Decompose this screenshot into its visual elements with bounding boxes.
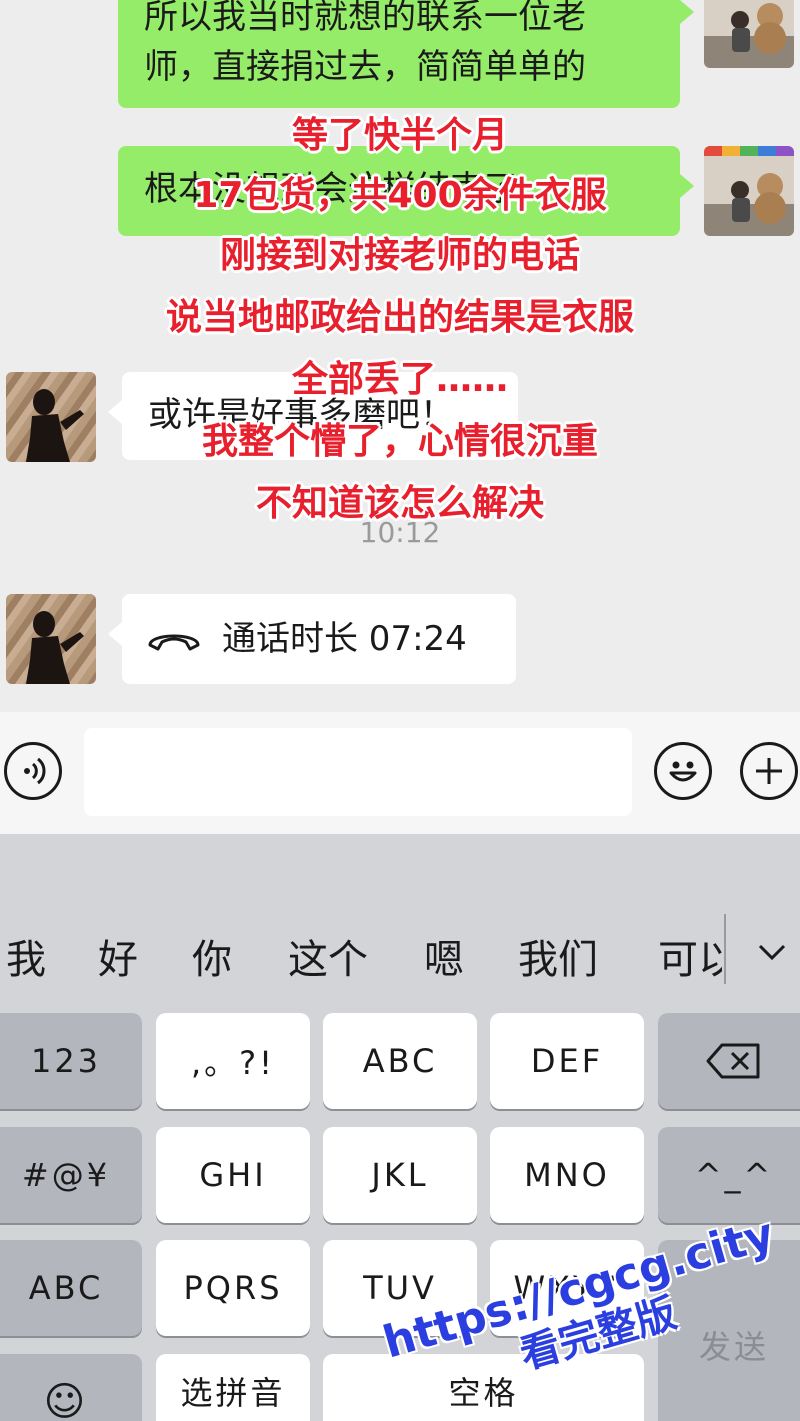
more-button[interactable]: [740, 742, 798, 800]
key-abc-mode[interactable]: ABC: [0, 1240, 142, 1336]
overlay-caption: 全部丢了……: [291, 359, 508, 400]
plus-icon: [756, 758, 782, 784]
overlay-caption: 刚接到对接老师的电话: [219, 235, 580, 276]
candidate-word[interactable]: 嗯: [424, 930, 464, 990]
candidate-divider: [724, 914, 726, 984]
call-record-bubble[interactable]: 通话时长 07:24: [108, 594, 516, 684]
voice-input-button[interactable]: [4, 742, 62, 800]
backspace-icon: [706, 1043, 760, 1079]
message-input[interactable]: [84, 728, 632, 816]
key-def[interactable]: DEF: [490, 1013, 644, 1109]
emoji-icon: [669, 761, 697, 782]
call-duration-label: 通话时长 07:24: [222, 619, 467, 659]
voice-icon: [24, 757, 46, 785]
message-text-line: 师，直接捐过去，简简单单的: [144, 47, 586, 87]
chat-area: 所以我当时就想的联系一位老 师，直接捐过去，简简单单的 根本没想到会这样结束了 …: [0, 0, 800, 712]
key-jkl[interactable]: JKL: [323, 1127, 477, 1223]
overlay-caption: 不知道该怎么解决: [255, 483, 544, 524]
backspace-key[interactable]: [658, 1013, 800, 1109]
key-ghi[interactable]: GHI: [156, 1127, 310, 1223]
phone-hangup-icon: [148, 634, 200, 651]
overlay-caption: 说当地邮政给出的结果是衣服: [165, 297, 634, 338]
candidate-word[interactable]: 可以: [658, 930, 722, 990]
key-abc[interactable]: ABC: [323, 1013, 477, 1109]
key-select-pinyin[interactable]: 选拼音: [156, 1354, 310, 1421]
candidate-word[interactable]: 你: [192, 930, 232, 990]
candidate-word[interactable]: 我: [6, 930, 46, 990]
my-avatar[interactable]: [704, 0, 794, 68]
overlay-caption: 等了快半个月: [291, 115, 508, 156]
emoji-key[interactable]: ☺: [0, 1354, 142, 1421]
key-123[interactable]: 123: [0, 1013, 142, 1109]
key-symbols[interactable]: #@¥: [0, 1127, 142, 1223]
key-punctuation[interactable]: ,。?!: [156, 1013, 310, 1109]
candidate-word[interactable]: 我们: [518, 930, 598, 990]
key-pqrs[interactable]: PQRS: [156, 1240, 310, 1336]
overlay-caption: 我整个懵了，心情很沉重: [201, 421, 598, 462]
chevron-down-icon[interactable]: [752, 932, 792, 972]
emoji-button[interactable]: [654, 742, 712, 800]
contact-avatar[interactable]: [6, 594, 96, 684]
message-text-line: 所以我当时就想的联系一位老: [144, 0, 586, 37]
sent-message-bubble[interactable]: 所以我当时就想的联系一位老 师，直接捐过去，简简单单的: [118, 0, 694, 108]
candidate-word[interactable]: 这个: [288, 930, 368, 990]
candidate-word[interactable]: 好: [98, 930, 138, 990]
overlay-caption: 17包货，共400余件衣服: [193, 175, 607, 216]
